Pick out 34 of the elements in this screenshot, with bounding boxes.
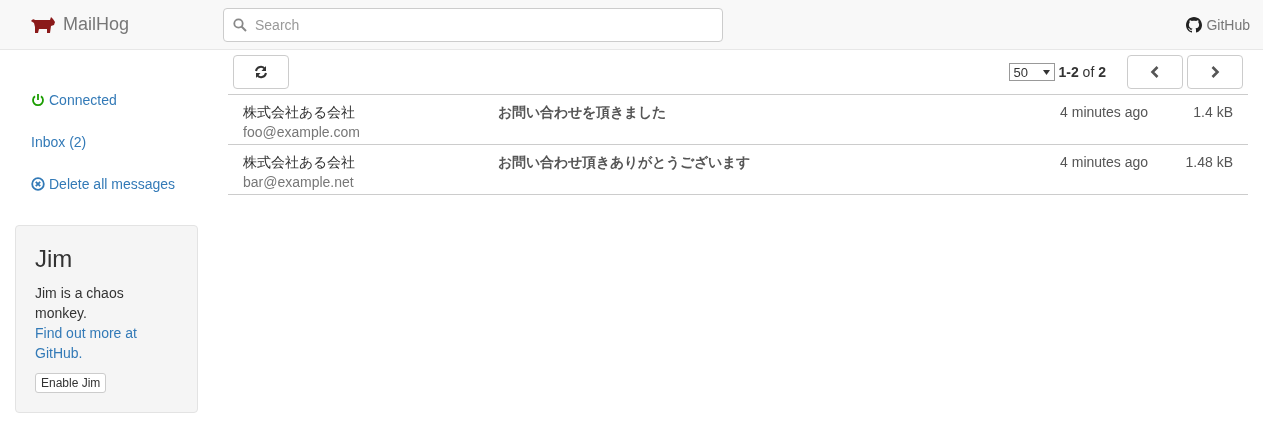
message-time: 4 minutes ago: [1060, 104, 1148, 120]
message-time: 4 minutes ago: [1060, 154, 1148, 170]
inbox-link[interactable]: Inbox (2): [31, 134, 87, 150]
pig-icon: [31, 16, 55, 33]
delete-all-link[interactable]: Delete all messages: [31, 176, 176, 192]
brand-link[interactable]: MailHog: [31, 14, 223, 35]
github-link[interactable]: Find out more at GitHub.: [35, 323, 155, 363]
next-page-button[interactable]: [1187, 55, 1243, 89]
chevron-left-icon: [1150, 66, 1160, 78]
refresh-icon: [254, 65, 268, 79]
circle-x-icon: [31, 177, 45, 191]
panel-description: Jim is a chaos monkey.: [35, 284, 125, 323]
message-size: 1.48 kB: [1185, 154, 1233, 170]
sender-email: foo@example.com: [243, 123, 361, 142]
refresh-button[interactable]: [233, 55, 289, 89]
message-subject: お問い合わせを頂きました: [498, 104, 666, 120]
dropdown-arrow-icon: [1042, 69, 1050, 75]
page-range: 1-2 of 2: [1058, 64, 1106, 80]
previous-page-button[interactable]: [1127, 55, 1183, 89]
sender-name: 株式会社ある会社: [243, 103, 356, 122]
chevron-right-icon: [1210, 66, 1220, 78]
panel-title: Jim: [35, 245, 74, 273]
sender-name: 株式会社ある会社: [243, 153, 356, 172]
message-row[interactable]: 株式会社ある会社 bar@example.net お問い合わせ頂きありがとうございます 4 minutes ago 1.48 kB: [228, 145, 1248, 195]
enable-jim-button[interactable]: Enable Jim: [35, 373, 107, 393]
sender-email: bar@example.net: [243, 173, 355, 192]
github-link[interactable]: GitHub: [1186, 16, 1250, 33]
message-size: 1.4 kB: [1193, 104, 1233, 120]
octocat-icon: [1186, 16, 1203, 33]
message-subject: お問い合わせ頂きありがとうございます: [498, 154, 750, 170]
search-field[interactable]: Search: [223, 7, 723, 42]
page-size-select[interactable]: 50: [1008, 63, 1055, 81]
message-row[interactable]: 株式会社ある会社 foo@example.com お問い合わせを頂きました 4 minutes ago 1.4 kB: [228, 95, 1248, 145]
connection-status[interactable]: Connected: [31, 92, 117, 108]
